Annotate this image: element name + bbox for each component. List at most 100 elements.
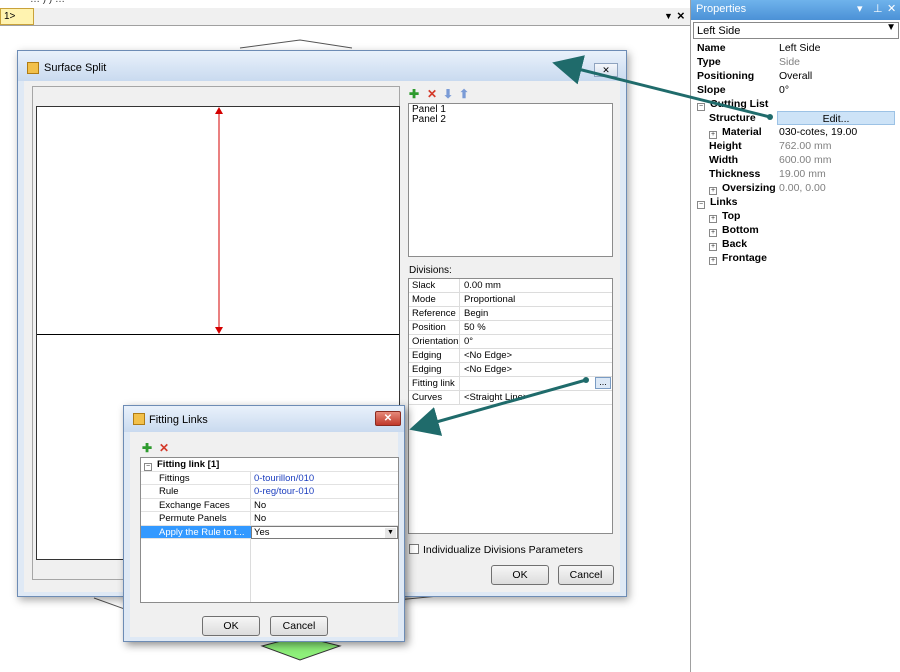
tab-close-icon[interactable]: × (677, 8, 685, 23)
property-name: Structure (709, 112, 756, 124)
property-row[interactable]: + Top (691, 209, 900, 223)
table-row[interactable]: Permute Panels No (141, 512, 398, 526)
property-row[interactable]: Positioning Overall (691, 69, 900, 83)
division-row[interactable]: Edging <No Edge> (409, 349, 612, 363)
expand-icon[interactable]: + (709, 131, 717, 139)
property-row[interactable]: − Links (691, 195, 900, 209)
property-name: Width (709, 154, 739, 166)
expand-icon[interactable]: + (709, 187, 717, 195)
property-row[interactable]: Name Left Side (691, 41, 900, 55)
property-name: Slope (697, 84, 726, 96)
column-separator (459, 293, 460, 306)
division-value: Begin (464, 308, 489, 319)
column-separator (459, 363, 460, 376)
division-value: <No Edge> (464, 364, 513, 375)
fitting-link-grid: − Fitting link [1] Fittings 0-tourillon/01… (140, 457, 399, 603)
division-value: Proportional (464, 294, 516, 305)
panel-menu-icon[interactable]: ▾ (857, 2, 863, 15)
chevron-down-icon[interactable]: ▼ (385, 527, 396, 538)
collapse-icon[interactable]: − (144, 463, 152, 471)
ok-button[interactable]: OK (491, 565, 549, 585)
ok-button[interactable]: OK (202, 616, 260, 636)
property-row[interactable]: + Material 030-cotes, 19.00 (691, 125, 900, 139)
division-value: <No Edge> (464, 350, 513, 361)
table-row[interactable]: Rule 0-reg/tour-010 (141, 485, 398, 499)
division-value: 0° (464, 336, 474, 347)
property-name: Type (697, 56, 721, 68)
row-value: No (254, 513, 267, 524)
table-row[interactable]: Fittings 0-tourillon/010 (141, 471, 398, 485)
expand-icon[interactable]: + (709, 229, 717, 237)
row-key: Exchange Faces (159, 499, 230, 511)
object-selector[interactable]: Left Side ▼ (693, 22, 899, 39)
structure-edit-button[interactable]: Edit... (777, 111, 895, 125)
property-name: Height (709, 140, 742, 152)
table-row-selected[interactable]: Apply the Rule to t... Yes ▼ (141, 525, 398, 539)
move-down-icon[interactable]: ⬇ (443, 87, 453, 101)
column-separator (250, 471, 251, 485)
chevron-down-icon[interactable]: ▼ (886, 22, 896, 33)
division-key: Edging (412, 350, 442, 361)
division-row[interactable]: Curves <Straight Line> (409, 391, 612, 405)
dimension-arrow (215, 107, 223, 334)
property-name: Bottom (722, 224, 759, 236)
division-row[interactable]: Position 50 % (409, 321, 612, 335)
cancel-button[interactable]: Cancel (270, 616, 328, 636)
division-row[interactable]: Mode Proportional (409, 293, 612, 307)
toolbar-fragment-text: … ) ) … (30, 0, 65, 5)
property-row[interactable]: + Back (691, 237, 900, 251)
expand-icon[interactable]: + (709, 243, 717, 251)
property-row[interactable]: Width 600.00 mm (691, 153, 900, 167)
column-separator (459, 377, 460, 390)
fitting-links-title-bar[interactable]: Fitting Links ✕ (124, 406, 404, 432)
division-row[interactable]: Fitting link... (409, 377, 612, 391)
property-name: Cutting List (710, 98, 769, 110)
property-row[interactable]: + Frontage (691, 251, 900, 265)
property-row[interactable]: Slope 0° (691, 83, 900, 97)
expand-icon[interactable]: + (709, 215, 717, 223)
division-row[interactable]: Edging <No Edge> (409, 363, 612, 377)
property-row[interactable]: Height 762.00 mm (691, 139, 900, 153)
delete-icon[interactable]: ✕ (427, 87, 437, 101)
row-value: 0-reg/tour-010 (254, 486, 315, 497)
property-row[interactable]: + Bottom (691, 223, 900, 237)
fitting-links-dialog: Fitting Links ✕ ✚ ✕ − Fitting link [1] Fi… (123, 405, 405, 642)
property-row[interactable]: Thickness 19.00 mm (691, 167, 900, 181)
expand-icon[interactable]: + (709, 257, 717, 265)
tab-menu-icon[interactable]: ▼ (664, 11, 673, 21)
app-icon (133, 413, 145, 425)
pin-icon[interactable]: ⊥ (873, 2, 883, 15)
division-value: <Straight Line> (464, 392, 529, 403)
cancel-button[interactable]: Cancel (558, 565, 614, 585)
document-tab[interactable]: 1> (0, 8, 34, 25)
add-icon[interactable]: ✚ (142, 441, 152, 455)
division-value: 0.00 mm (464, 280, 501, 291)
close-button[interactable]: ✕ (375, 411, 401, 426)
close-icon[interactable]: ✕ (887, 2, 896, 15)
move-up-icon[interactable]: ⬆ (459, 87, 469, 101)
property-row[interactable]: − Cutting List (691, 97, 900, 111)
property-row[interactable]: Structure Edit... (691, 111, 900, 125)
close-button[interactable]: ✕ (594, 63, 618, 77)
division-row[interactable]: Slack 0.00 mm (409, 279, 612, 293)
panel-list[interactable]: Panel 1 Panel 2 (408, 103, 613, 257)
division-row[interactable]: Orientation 0° (409, 335, 612, 349)
property-name: Positioning (697, 70, 755, 82)
property-value: 762.00 mm (779, 140, 832, 152)
group-header[interactable]: − Fitting link [1] (141, 458, 398, 472)
property-row[interactable]: Type Side (691, 55, 900, 69)
add-icon[interactable]: ✚ (409, 87, 419, 101)
collapse-icon[interactable]: − (697, 201, 705, 209)
apply-rule-select[interactable]: Yes ▼ (251, 525, 398, 539)
list-item[interactable]: Panel 2 (412, 115, 609, 125)
table-row[interactable]: Exchange Faces No (141, 498, 398, 512)
fitting-link-ellipsis-button[interactable]: ... (595, 377, 611, 389)
row-value: 0-tourillon/010 (254, 472, 315, 484)
delete-icon[interactable]: ✕ (159, 441, 169, 455)
individualize-checkbox[interactable] (409, 544, 419, 554)
property-row[interactable]: + Oversizing 0.00, 0.00 (691, 181, 900, 195)
division-row[interactable]: Reference Begin (409, 307, 612, 321)
surface-split-title-bar[interactable]: Surface Split ✕ (18, 51, 626, 81)
collapse-icon[interactable]: − (697, 103, 705, 111)
column-separator (250, 539, 251, 602)
